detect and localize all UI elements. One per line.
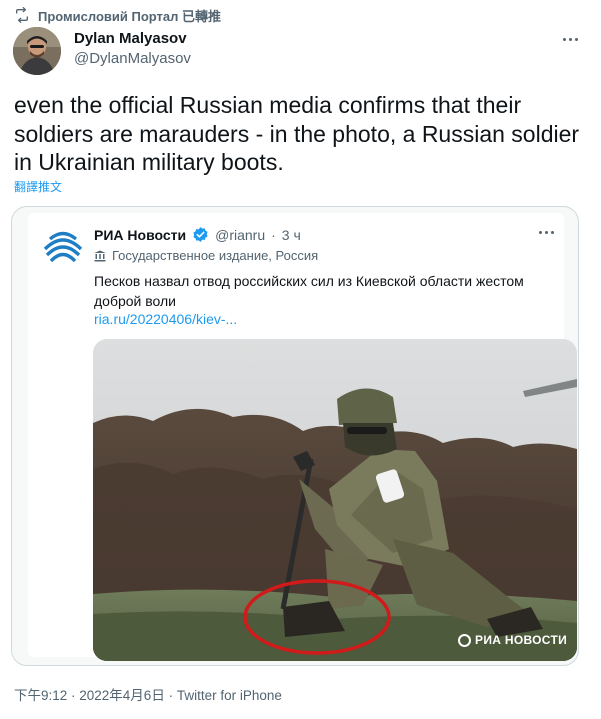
quoted-link: ria.ru/20220406/kiev-...	[94, 311, 238, 327]
avatar[interactable]	[13, 27, 61, 75]
author-handle[interactable]: @DylanMalyasov	[74, 49, 191, 69]
embedded-screenshot-card[interactable]: РИА Новости @rianru · 3 ч Государственно…	[11, 206, 579, 666]
verified-badge-icon	[193, 227, 208, 242]
state-media-label: Государственное издание, Россия	[94, 248, 318, 263]
quoted-separator: ·	[271, 226, 276, 243]
ria-watermark-text: РИА НОВОСТИ	[475, 633, 567, 647]
quoted-more-icon	[539, 231, 554, 234]
tweet-timestamp[interactable]: 下午9:12 · 2022年4月6日 · Twitter for iPhone	[14, 684, 282, 704]
author-names: Dylan Malyasov @DylanMalyasov	[74, 29, 191, 69]
tweet-text: even the official Russian media confirms…	[14, 92, 580, 175]
state-media-label-text: Государственное издание, Россия	[112, 248, 319, 263]
quoted-author-name: РИА Новости	[94, 226, 187, 243]
tweet-header: Dylan Malyasov @DylanMalyasov	[13, 26, 587, 76]
quoted-time: 3 ч	[281, 226, 301, 243]
more-options-icon[interactable]	[559, 30, 581, 48]
author-display-name[interactable]: Dylan Malyasov	[74, 29, 191, 49]
ria-logo-icon	[43, 226, 83, 266]
ria-watermark: РИА НОВОСТИ	[458, 633, 567, 647]
retweet-text: Промисловий Портал 已轉推	[38, 8, 222, 24]
translate-tweet-link[interactable]: 翻譯推文	[14, 178, 62, 195]
quoted-author-handle: @rianru	[215, 226, 266, 243]
state-media-icon	[94, 250, 106, 261]
quoted-tweet-text: Песков назвал отвод российских сил из Ки…	[94, 273, 524, 309]
quoted-author-row: РИА Новости @rianru · 3 ч	[94, 226, 301, 243]
soldier-photo: РИА НОВОСТИ	[93, 339, 577, 661]
retweet-context[interactable]: Промисловий Портал 已轉推	[14, 6, 221, 24]
quoted-tweet: РИА Новости @rianru · 3 ч Государственно…	[28, 213, 577, 661]
ria-watermark-icon	[458, 633, 472, 647]
retweet-icon	[16, 7, 28, 23]
